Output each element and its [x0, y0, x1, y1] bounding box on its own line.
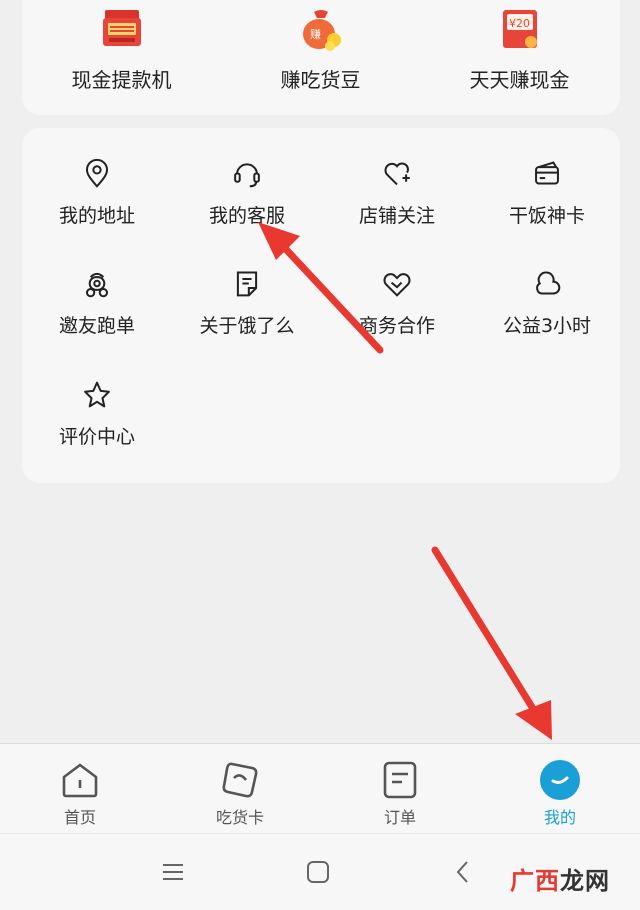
envelope-amount-text: ¥20: [509, 17, 530, 30]
watermark-part1: 广西: [510, 867, 560, 895]
heart-plus-icon: [384, 162, 410, 186]
watermark: 广西龙网: [510, 861, 610, 896]
service-label: 邀友跑单: [58, 315, 135, 337]
scooter-icon: [85, 272, 109, 298]
watermark-part2: 龙网: [560, 867, 610, 895]
document-icon: [236, 271, 258, 297]
services-grid-card: 我的地址 我的客服 店铺关注 干饭神卡 邀友跑单 关于饿了么 商务合作 公益3小…: [22, 128, 620, 483]
tab-home[interactable]: 首页: [0, 744, 160, 834]
service-business-cooperation[interactable]: 商务合作: [322, 238, 472, 338]
menu-icon[interactable]: [157, 856, 189, 888]
star-icon: [84, 381, 110, 408]
arrow-to-mine-tab: [431, 546, 552, 740]
shortcut-label: 现金提款机: [71, 68, 172, 92]
back-icon[interactable]: [447, 856, 479, 888]
tab-food-card[interactable]: 吃货卡: [160, 744, 320, 834]
shortcut-label: 赚吃货豆: [280, 68, 361, 92]
home-button-icon[interactable]: [302, 856, 334, 888]
tab-orders[interactable]: 订单: [320, 744, 480, 834]
shortcut-cash-atm[interactable]: 现金提款机: [22, 0, 221, 115]
home-icon: [62, 763, 98, 798]
order-icon: [383, 761, 417, 799]
service-label: 公益3小时: [502, 315, 592, 337]
red-envelope-icon: ¥20: [502, 10, 537, 48]
service-label: 商务合作: [358, 315, 435, 337]
service-label: 评价中心: [58, 426, 135, 448]
atm-icon: [102, 10, 141, 46]
service-charity-3h[interactable]: 公益3小时: [472, 238, 622, 338]
tab-label: 我的: [543, 808, 576, 827]
earnings-shortcuts-card: 现金提款机 赚 赚吃货豆 ¥20 天天赚现金: [22, 0, 620, 115]
service-about-eleme[interactable]: 关于饿了么: [172, 238, 322, 338]
service-customer-service[interactable]: 我的客服: [172, 128, 322, 228]
shortcut-daily-cash[interactable]: ¥20 天天赚现金: [420, 0, 619, 115]
service-label: 我的客服: [208, 205, 285, 227]
service-label: 我的地址: [58, 205, 135, 227]
bottom-tab-bar: 首页 吃货卡 订单 我的: [0, 743, 640, 834]
service-review-center[interactable]: 评价中心: [22, 349, 172, 449]
tab-label: 订单: [383, 808, 416, 827]
handshake-icon: [383, 273, 411, 297]
service-meal-card[interactable]: 干饭神卡: [472, 128, 622, 228]
bag-label-text: 赚: [310, 27, 321, 41]
service-label: 关于饿了么: [199, 315, 295, 337]
shortcut-earn-beans[interactable]: 赚 赚吃货豆: [221, 0, 420, 115]
profile-icon: [540, 760, 580, 800]
service-followed-shops[interactable]: 店铺关注: [322, 128, 472, 228]
shortcut-label: 天天赚现金: [469, 68, 570, 92]
service-invite-friends[interactable]: 邀友跑单: [22, 238, 172, 338]
headset-icon: [234, 163, 260, 188]
cloud-icon: [536, 271, 561, 295]
service-my-address[interactable]: 我的地址: [22, 128, 172, 228]
tab-label: 吃货卡: [215, 808, 264, 827]
food-card-icon: [222, 762, 258, 798]
service-label: 店铺关注: [358, 205, 435, 227]
service-label: 干饭神卡: [508, 205, 585, 227]
system-navigation-bar: 广西龙网: [0, 833, 640, 910]
location-pin-icon: [85, 158, 109, 188]
card-icon: [535, 161, 559, 185]
tab-mine[interactable]: 我的: [480, 744, 640, 834]
tab-label: 首页: [63, 808, 96, 827]
money-bag-icon: 赚: [302, 10, 341, 51]
